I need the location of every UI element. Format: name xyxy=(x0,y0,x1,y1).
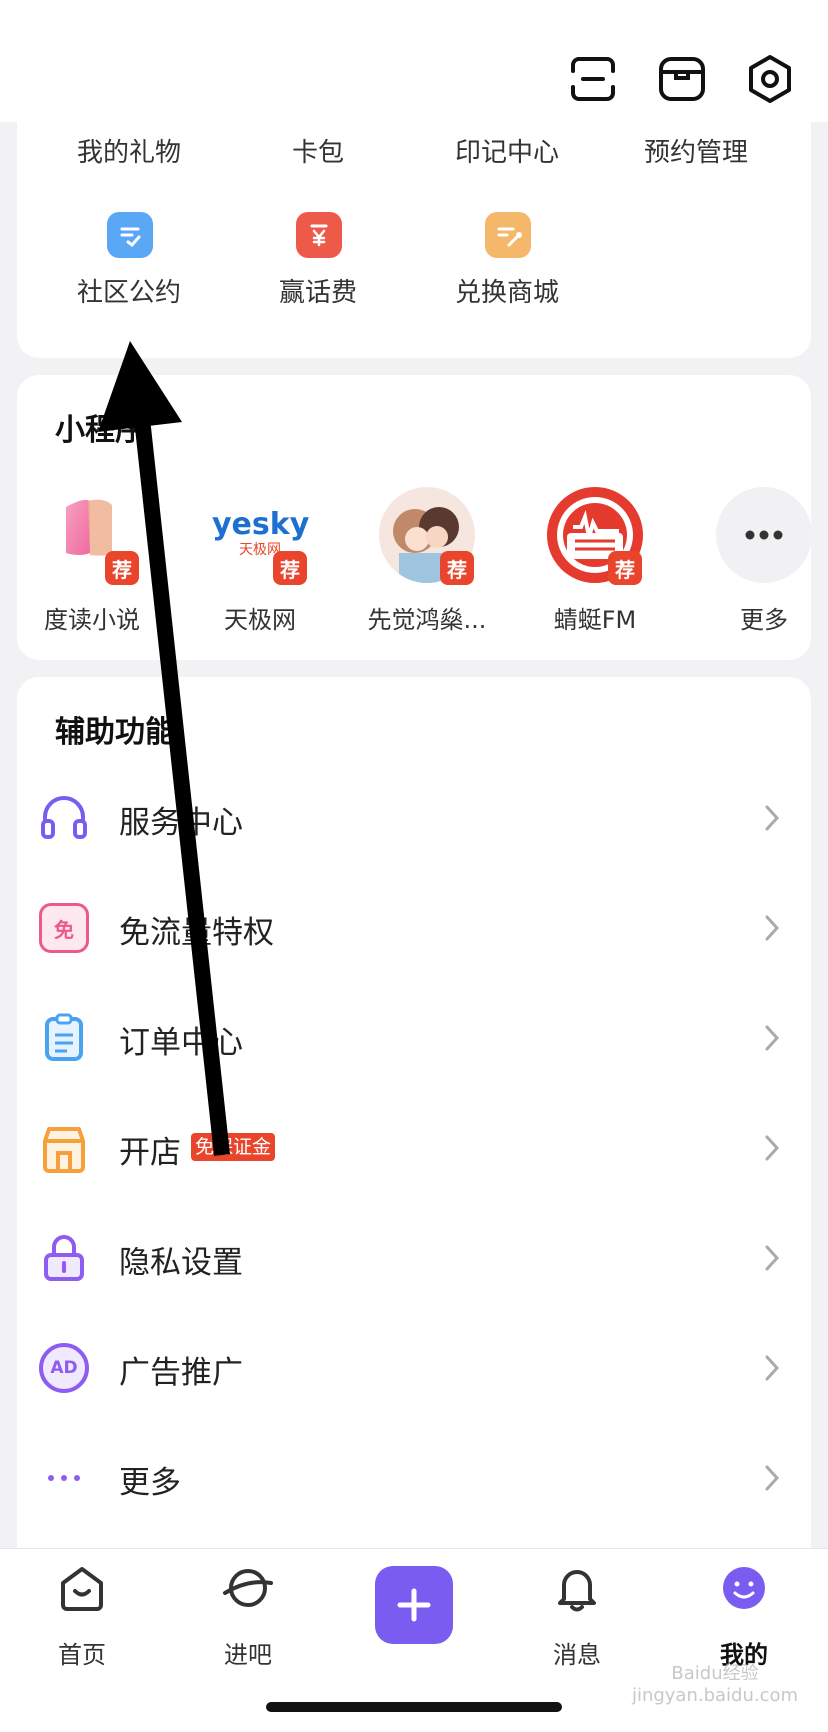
watermark: Baidu经验 jingyan.baidu.com xyxy=(631,1663,799,1706)
planet-icon xyxy=(223,1569,273,1607)
nav-home[interactable]: 首页 xyxy=(22,1563,142,1669)
nav-me[interactable]: 我的 xyxy=(684,1563,804,1669)
nav-label: 进吧 xyxy=(224,1641,272,1669)
home-icon xyxy=(61,1567,103,1611)
bell-icon xyxy=(558,1570,596,1612)
plus-icon xyxy=(397,1588,431,1622)
nav-label: 首页 xyxy=(58,1641,106,1669)
profile-face-icon xyxy=(723,1567,765,1609)
home-indicator xyxy=(266,1702,562,1712)
annotation-arrow xyxy=(98,341,230,1156)
post-plus-button[interactable] xyxy=(375,1566,453,1644)
nav-messages[interactable]: 消息 xyxy=(517,1563,637,1669)
nav-jinba[interactable]: 进吧 xyxy=(188,1563,308,1669)
